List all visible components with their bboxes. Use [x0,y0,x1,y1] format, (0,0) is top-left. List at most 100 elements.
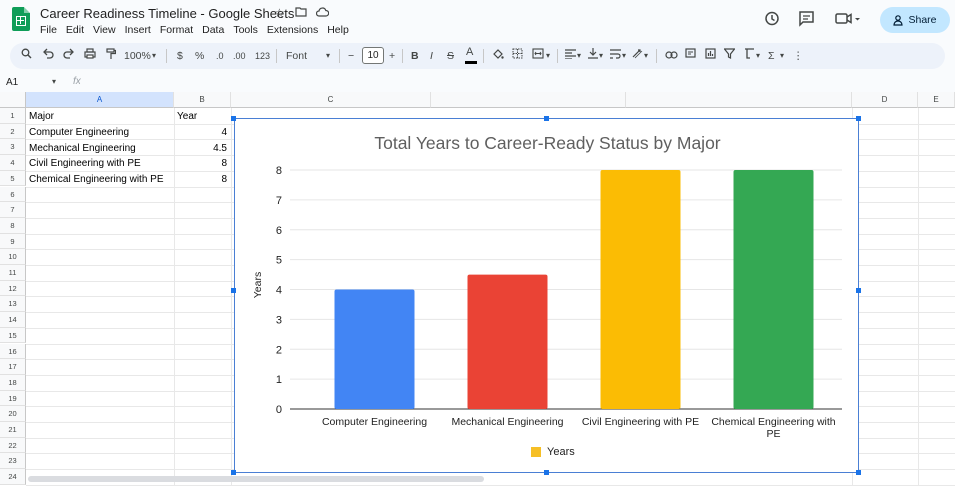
cell-b3[interactable]: 4.5 [176,141,227,156]
cell-b2[interactable]: 4 [176,125,227,140]
increase-font-size-button[interactable]: + [389,48,395,64]
undo-icon[interactable] [42,48,54,64]
row-header-4[interactable]: 4 [0,155,26,171]
row-header-6[interactable]: 6 [0,186,26,203]
font-size-input[interactable]: 10 [362,47,384,64]
insert-chart-icon[interactable] [705,48,716,64]
zoom-select[interactable]: 100% [124,48,151,64]
horizontal-align-icon[interactable] [565,48,576,64]
row-header-7[interactable]: 7 [0,202,26,218]
row-header-1[interactable]: 1 [0,108,26,124]
cell-a5[interactable]: Chemical Engineering with PE [29,172,164,187]
format-currency-button[interactable]: $ [177,48,183,64]
filter-views-caret-icon[interactable]: ▾ [756,48,760,64]
row-header-10[interactable]: 10 [0,249,26,265]
name-box[interactable]: A1 [6,77,18,88]
insert-link-icon[interactable] [665,48,678,64]
embedded-bar-chart[interactable]: Total Years to Career-Ready Status by Ma… [234,118,859,473]
cell-a4[interactable]: Civil Engineering with PE [29,156,141,171]
rotation-caret-icon[interactable]: ▾ [644,48,648,64]
menu-view[interactable]: View [93,24,116,36]
increase-decimal-button[interactable]: .00 [233,48,246,64]
row-header-13[interactable]: 13 [0,296,26,313]
resize-handle[interactable] [544,116,549,121]
resize-handle[interactable] [231,116,236,121]
row-header-15[interactable]: 15 [0,327,26,344]
redo-icon[interactable] [63,48,75,64]
resize-handle[interactable] [856,470,861,475]
cell-a2[interactable]: Computer Engineering [29,125,129,140]
text-color-button[interactable]: A [464,46,478,64]
menu-insert[interactable]: Insert [125,24,151,36]
column-header-c-ext[interactable] [431,92,626,108]
document-title[interactable]: Career Readiness Timeline - Google Sheet… [40,6,294,21]
borders-icon[interactable] [512,48,523,64]
move-folder-icon[interactable] [295,6,307,20]
align-caret-icon[interactable]: ▾ [577,48,581,64]
row-header-14[interactable]: 14 [0,312,26,328]
row-header-19[interactable]: 19 [0,390,26,407]
column-header-b[interactable]: B [174,92,231,108]
resize-handle[interactable] [856,116,861,121]
vertical-align-icon[interactable] [588,48,598,64]
row-header-2[interactable]: 2 [0,123,26,140]
merge-cells-icon[interactable] [532,48,544,64]
column-header-e[interactable]: E [918,92,955,108]
italic-button[interactable]: I [430,48,433,64]
menu-extensions[interactable]: Extensions [267,24,318,36]
version-history-icon[interactable] [763,10,780,31]
functions-caret-icon[interactable]: ▾ [780,48,784,64]
format-percent-button[interactable]: % [195,48,204,64]
menu-help[interactable]: Help [327,24,349,36]
star-icon[interactable]: ☆ [274,6,285,20]
cloud-saved-icon[interactable] [315,6,330,20]
row-header-17[interactable]: 17 [0,359,26,375]
menu-tools[interactable]: Tools [233,24,258,36]
search-menus-icon[interactable] [21,48,32,64]
cell-a3[interactable]: Mechanical Engineering [29,141,136,156]
text-wrap-icon[interactable] [610,48,621,64]
valign-caret-icon[interactable]: ▾ [599,48,603,64]
merge-caret-icon[interactable]: ▾ [546,48,550,64]
insert-comment-icon[interactable] [685,48,696,64]
wrap-caret-icon[interactable]: ▾ [622,48,626,64]
decrease-decimal-button[interactable]: .0 [216,48,224,64]
select-all-corner[interactable] [0,92,26,108]
row-header-23[interactable]: 23 [0,453,26,470]
resize-handle[interactable] [231,470,236,475]
resize-handle[interactable] [856,288,861,293]
column-header-c[interactable]: C [231,92,431,108]
row-header-11[interactable]: 11 [0,265,26,281]
functions-icon[interactable]: Σ [768,48,775,64]
horizontal-scrollbar[interactable] [28,476,484,482]
resize-handle[interactable] [231,288,236,293]
cell-a1[interactable]: Major [29,109,54,124]
name-box-caret-icon[interactable]: ▾ [52,77,56,86]
print-icon[interactable] [84,48,96,64]
bold-button[interactable]: B [411,48,419,64]
row-header-3[interactable]: 3 [0,139,26,156]
menu-data[interactable]: Data [202,24,224,36]
cell-b4[interactable]: 8 [176,156,227,171]
menu-format[interactable]: Format [160,24,193,36]
row-header-8[interactable]: 8 [0,217,26,234]
strikethrough-button[interactable]: S [447,48,454,64]
row-header-22[interactable]: 22 [0,437,26,454]
decrease-font-size-button[interactable]: − [348,48,354,64]
resize-handle[interactable] [544,470,549,475]
column-header-a[interactable]: A [26,92,174,108]
row-header-16[interactable]: 16 [0,343,26,360]
zoom-caret-icon[interactable]: ▾ [152,48,156,64]
text-rotation-icon[interactable] [632,48,643,64]
create-filter-icon[interactable] [723,48,736,64]
more-options-icon[interactable]: ⋮ [793,48,804,64]
paint-format-icon[interactable] [106,48,117,65]
row-header-18[interactable]: 18 [0,374,26,391]
more-formats-button[interactable]: 123 [255,48,270,64]
row-header-24[interactable]: 24 [0,469,26,485]
filter-views-icon[interactable] [744,48,755,64]
column-header-c-ext2[interactable] [626,92,852,108]
row-header-12[interactable]: 12 [0,280,26,297]
cell-b5[interactable]: 8 [176,172,227,187]
comments-icon[interactable] [798,10,815,31]
